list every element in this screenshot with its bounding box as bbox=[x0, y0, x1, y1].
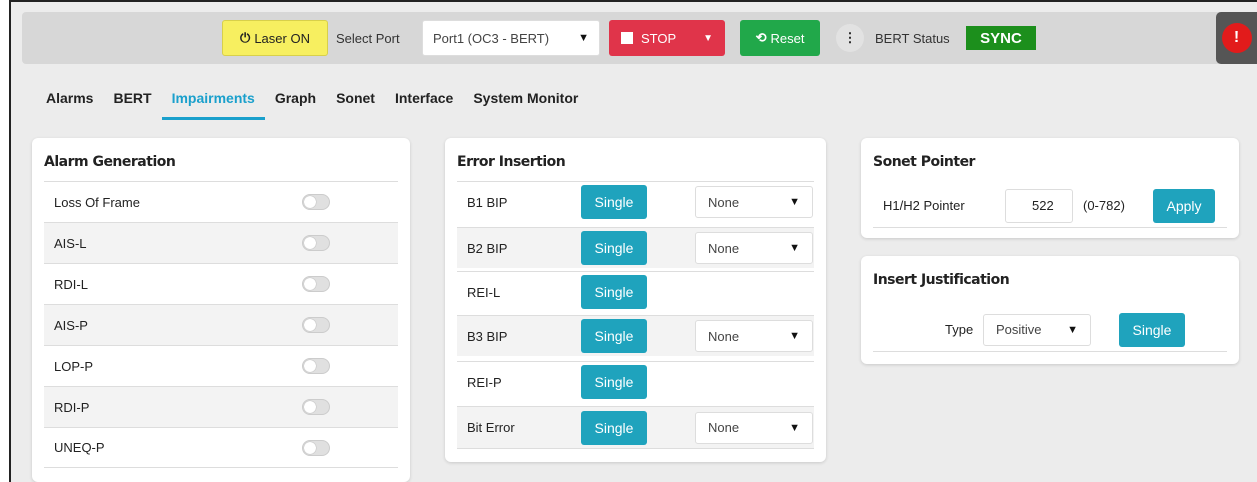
alarm-row: Loss Of Frame bbox=[44, 181, 398, 222]
tab-bar: Alarms BERT Impairments Graph Sonet Inte… bbox=[36, 84, 588, 124]
warning-icon: ! bbox=[1221, 23, 1252, 53]
error-insertion-card: Error Insertion B1 BIP Single None ▼ B2 B… bbox=[445, 138, 826, 462]
alarm-toggle[interactable] bbox=[302, 276, 330, 292]
tab-impairments[interactable]: Impairments bbox=[161, 84, 265, 120]
alarm-row: UNEQ-P bbox=[44, 427, 398, 468]
error-row: B1 BIP Single None ▼ bbox=[457, 181, 814, 222]
alarm-toggle[interactable] bbox=[302, 439, 330, 456]
stop-split-button[interactable]: STOP ▼ bbox=[609, 20, 725, 56]
sonet-pointer-card: Sonet Pointer H1/H2 Pointer 522 (0-782) … bbox=[861, 138, 1239, 238]
alarm-row: AIS-P bbox=[44, 304, 398, 345]
error-rate-select[interactable]: None ▼ bbox=[695, 186, 813, 218]
single-button[interactable]: Single bbox=[581, 231, 647, 265]
alarm-label: RDI-L bbox=[54, 276, 88, 292]
justification-single-button[interactable]: Single bbox=[1119, 312, 1185, 347]
tab-interface[interactable]: Interface bbox=[385, 84, 463, 120]
error-row: REI-L Single bbox=[457, 271, 814, 312]
insert-justification-card: Insert Justification Type Positive ▼ Sing… bbox=[861, 256, 1239, 364]
alarm-label: Loss Of Frame bbox=[54, 194, 140, 210]
error-rate-select[interactable]: None ▼ bbox=[695, 232, 813, 264]
alarm-label: AIS-L bbox=[54, 235, 87, 251]
laser-on-label: Laser ON bbox=[254, 30, 310, 46]
more-vert-icon[interactable]: ⋮ bbox=[836, 24, 864, 52]
apply-button[interactable]: Apply bbox=[1153, 188, 1215, 223]
error-row: B2 BIP Single None ▼ bbox=[457, 227, 814, 268]
error-row: REI-P Single bbox=[457, 361, 814, 402]
error-label: B2 BIP bbox=[467, 240, 508, 256]
error-rate-value: None bbox=[708, 240, 740, 256]
alarm-label: UNEQ-P bbox=[54, 440, 105, 455]
justification-row: Type Positive ▼ Single bbox=[873, 308, 1227, 352]
sonet-pointer-title: Sonet Pointer bbox=[873, 154, 975, 170]
tab-system-monitor[interactable]: System Monitor bbox=[463, 84, 588, 120]
alarm-toggle[interactable] bbox=[302, 235, 330, 251]
chevron-down-icon: ▼ bbox=[789, 421, 800, 434]
single-button[interactable]: Single bbox=[581, 275, 647, 309]
error-label: REI-L bbox=[467, 284, 501, 300]
stop-label: STOP bbox=[641, 30, 677, 46]
alarm-row: LOP-P bbox=[44, 345, 398, 386]
chevron-down-icon: ▼ bbox=[789, 330, 800, 342]
chevron-down-icon: ▼ bbox=[1067, 323, 1078, 336]
pointer-row: H1/H2 Pointer 522 (0-782) Apply bbox=[873, 184, 1227, 228]
bert-status-label: BERT Status bbox=[875, 30, 950, 46]
error-insertion-title: Error Insertion bbox=[457, 154, 566, 170]
reset-label: Reset bbox=[770, 30, 805, 46]
justification-type-select[interactable]: Positive ▼ bbox=[983, 313, 1091, 346]
single-button[interactable]: Single bbox=[581, 185, 647, 219]
alarm-generation-card: Alarm Generation Loss Of Frame AIS-L RDI… bbox=[32, 138, 410, 482]
alarm-label: RDI-P bbox=[54, 399, 90, 415]
single-button[interactable]: Single bbox=[581, 365, 647, 399]
laser-on-button[interactable]: ⏻ Laser ON bbox=[222, 20, 328, 56]
alarm-label: LOP-P bbox=[54, 358, 94, 374]
error-row: Bit Error Single None ▼ bbox=[457, 406, 814, 449]
error-rate-value: None bbox=[708, 194, 740, 210]
tab-alarms[interactable]: Alarms bbox=[36, 84, 103, 120]
alarm-toggle[interactable] bbox=[302, 399, 330, 415]
type-label: Type bbox=[945, 322, 974, 337]
pointer-range: (0-782) bbox=[1083, 198, 1125, 213]
tab-graph[interactable]: Graph bbox=[265, 84, 326, 120]
error-label: B1 BIP bbox=[467, 194, 508, 210]
insert-justification-title: Insert Justification bbox=[873, 272, 1010, 288]
stop-square-icon bbox=[621, 32, 633, 44]
alert-button[interactable]: ! bbox=[1216, 12, 1257, 64]
select-port-label: Select Port bbox=[336, 30, 400, 46]
reset-button[interactable]: ⟲ Reset bbox=[740, 20, 820, 56]
chevron-down-icon: ▼ bbox=[789, 196, 800, 208]
alarm-generation-title: Alarm Generation bbox=[44, 154, 176, 170]
error-row: B3 BIP Single None ▼ bbox=[457, 315, 814, 356]
error-label: REI-P bbox=[467, 374, 502, 390]
tab-bert[interactable]: BERT bbox=[103, 84, 161, 120]
port-select[interactable]: Port1 (OC3 - BERT) ▼ bbox=[422, 20, 600, 56]
h1h2-pointer-value: 522 bbox=[1032, 198, 1054, 213]
alarm-toggle[interactable] bbox=[302, 317, 330, 333]
alarm-row: AIS-L bbox=[44, 222, 398, 263]
justification-type-value: Positive bbox=[996, 322, 1042, 337]
reset-icon: ⟲ bbox=[755, 30, 767, 45]
error-rate-select[interactable]: None ▼ bbox=[695, 411, 813, 444]
alarm-toggle[interactable] bbox=[302, 358, 330, 374]
h1h2-pointer-input[interactable]: 522 bbox=[1005, 188, 1073, 223]
port-select-value: Port1 (OC3 - BERT) bbox=[433, 30, 550, 46]
alarm-label: AIS-P bbox=[54, 317, 88, 333]
alarm-row: RDI-L bbox=[44, 263, 398, 304]
single-button[interactable]: Single bbox=[581, 410, 647, 445]
error-rate-value: None bbox=[708, 328, 740, 344]
bert-status-badge: SYNC bbox=[966, 26, 1036, 50]
single-button[interactable]: Single bbox=[581, 319, 647, 353]
error-rate-value: None bbox=[708, 420, 740, 435]
error-rate-select[interactable]: None ▼ bbox=[695, 320, 813, 352]
chevron-down-icon: ▼ bbox=[789, 242, 800, 254]
power-icon: ⏻ bbox=[240, 30, 251, 45]
alarm-row: RDI-P bbox=[44, 386, 398, 427]
h1h2-pointer-label: H1/H2 Pointer bbox=[883, 198, 965, 213]
caret-down-icon[interactable]: ▼ bbox=[703, 33, 713, 44]
error-label: Bit Error bbox=[467, 420, 515, 435]
error-label: B3 BIP bbox=[467, 328, 508, 344]
tab-sonet[interactable]: Sonet bbox=[326, 84, 385, 120]
alarm-toggle[interactable] bbox=[302, 194, 330, 210]
chevron-down-icon: ▼ bbox=[578, 32, 589, 44]
